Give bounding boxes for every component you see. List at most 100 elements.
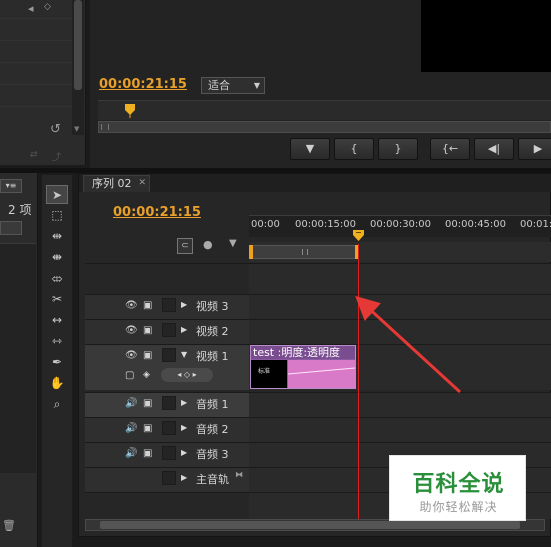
reset-icon[interactable]: ↺: [50, 122, 61, 137]
prev-arrow-icon[interactable]: ◂: [28, 2, 34, 15]
step-back-button[interactable]: ◀|: [474, 138, 514, 160]
speaker-icon[interactable]: 🔊: [125, 448, 137, 459]
snap-toggle-icon[interactable]: ⊂: [177, 238, 193, 254]
lock-toggle[interactable]: [162, 396, 176, 410]
program-zoom-bar[interactable]: [98, 121, 551, 133]
filmstrip-icon[interactable]: ▣: [143, 448, 152, 459]
fit-dropdown[interactable]: 适合 ▼: [201, 77, 265, 94]
scrollbar-thumb[interactable]: [100, 521, 520, 529]
lock-toggle[interactable]: [162, 298, 176, 312]
work-area-grip[interactable]: [302, 249, 308, 255]
collapse-arrow-icon[interactable]: ▼: [181, 350, 187, 359]
keyframe-diamond-icon[interactable]: ◇: [44, 2, 51, 12]
ruler-tick: 00:00: [251, 219, 280, 230]
panel-menu-button[interactable]: ▾≡: [0, 179, 22, 193]
razor-tool-icon[interactable]: ✂: [46, 290, 68, 309]
track-body[interactable]: [249, 264, 551, 294]
playhead-icon[interactable]: [124, 104, 136, 118]
fit-dropdown-value: 适合: [208, 79, 230, 92]
filmstrip-icon[interactable]: ▣: [143, 423, 152, 434]
keyframe-toggle-icon[interactable]: ◈: [143, 370, 150, 380]
opacity-rubberband[interactable]: [287, 360, 356, 388]
watermark-subtitle: 助你轻松解决: [419, 500, 498, 514]
project-item-list[interactable]: [0, 243, 36, 473]
timeline-timecode[interactable]: 00:00:21:15: [113, 205, 201, 220]
trash-icon[interactable]: 🗑: [2, 519, 16, 532]
track-audio-1: 🔊 ▣ ▶ 音频 1: [85, 392, 551, 417]
add-marker-icon[interactable]: ▼: [229, 238, 237, 249]
expand-arrow-icon[interactable]: ▶: [181, 448, 187, 457]
selection-tool-icon[interactable]: ➤: [46, 185, 68, 204]
pen-tool-icon[interactable]: ✒: [46, 353, 68, 372]
thumbnail-text: 标准: [258, 368, 271, 375]
track-body[interactable]: [249, 418, 551, 442]
track-select-tool-icon[interactable]: ⬚: [46, 206, 68, 225]
lock-toggle[interactable]: [162, 471, 176, 485]
ripple-edit-tool-icon[interactable]: ⇹: [46, 227, 68, 246]
playhead-icon[interactable]: [352, 230, 365, 242]
rate-stretch-tool-icon[interactable]: ⤄: [46, 269, 68, 288]
speaker-icon[interactable]: 🔊: [125, 398, 137, 409]
ruler-tick: 00:01:: [520, 219, 551, 230]
track-header: 👁 ▣ ▼ 视频 1 ▢ ◈ ◂ ◇ ▸: [85, 345, 249, 390]
play-button[interactable]: ▶: [518, 138, 551, 160]
scroll-down-icon[interactable]: ▼: [74, 125, 79, 133]
lock-toggle[interactable]: [162, 323, 176, 337]
master-meter-icon: ⧓: [235, 470, 243, 479]
mark-in-button[interactable]: ▼: [290, 138, 330, 160]
project-filter-field[interactable]: [0, 221, 22, 235]
close-icon[interactable]: ✕: [138, 176, 146, 191]
track-header: 👁 ▣ ▶ 视频 3: [85, 295, 249, 319]
track-header: 🔊 ▣ ▶ 音频 3: [85, 443, 249, 467]
item-count: 2 项: [8, 203, 32, 217]
zoom-handle[interactable]: [101, 124, 109, 130]
go-to-in-button[interactable]: {←: [430, 138, 470, 160]
slip-tool-icon[interactable]: ↔: [46, 311, 68, 330]
tab-sequence-02[interactable]: 序列 02 ✕: [83, 175, 150, 192]
panel-scrollbar[interactable]: ▼: [72, 0, 84, 135]
time-ruler[interactable]: 00:00 00:00:15:00 00:00:30:00 00:00:45:0…: [249, 215, 551, 237]
loop-icon[interactable]: ⇄: [30, 150, 38, 160]
track-header: ▶ 主音轨 ⧓: [85, 468, 249, 492]
lock-toggle[interactable]: [162, 348, 176, 362]
work-area-bar-track: [249, 242, 551, 262]
display-style-icon[interactable]: ▢: [125, 370, 134, 381]
scrollbar-thumb[interactable]: [74, 0, 82, 90]
track-header: 👁 ▣ ▶ 视频 2: [85, 320, 249, 344]
track-label: 视频 1: [196, 350, 229, 363]
eye-icon[interactable]: 👁: [125, 350, 138, 361]
expand-arrow-icon[interactable]: ▶: [181, 300, 187, 309]
zoom-tool-icon[interactable]: ⌕: [46, 395, 68, 414]
expand-arrow-icon[interactable]: ▶: [181, 473, 187, 482]
expand-arrow-icon[interactable]: ▶: [181, 398, 187, 407]
opacity-line[interactable]: [287, 360, 356, 388]
program-timecode[interactable]: 00:00:21:15: [99, 77, 187, 92]
work-area-bar[interactable]: [249, 245, 359, 259]
lock-toggle[interactable]: [162, 446, 176, 460]
eye-icon[interactable]: 👁: [125, 300, 138, 311]
expand-arrow-icon[interactable]: ▶: [181, 325, 187, 334]
ruler-tick: 00:00:15:00: [295, 219, 357, 230]
video-clip[interactable]: test :明度:透明度 标准: [250, 345, 356, 389]
export-icon[interactable]: ⤴: [52, 150, 61, 163]
filmstrip-icon[interactable]: ▣: [143, 398, 152, 409]
filmstrip-icon[interactable]: ▣: [143, 350, 152, 361]
set-encore-marker-icon[interactable]: ●: [203, 238, 213, 251]
lock-toggle[interactable]: [162, 421, 176, 435]
work-area-start-handle[interactable]: [249, 245, 253, 259]
chevron-down-icon: ▼: [253, 81, 260, 90]
keyframe-navigator[interactable]: ◂ ◇ ▸: [161, 368, 213, 382]
program-ruler[interactable]: [98, 100, 551, 120]
filmstrip-icon[interactable]: ▣: [143, 300, 152, 311]
expand-arrow-icon[interactable]: ▶: [181, 423, 187, 432]
track-label: 音频 3: [196, 448, 229, 461]
mark-out-bracket-button[interactable]: }: [378, 138, 418, 160]
eye-icon[interactable]: 👁: [125, 325, 138, 336]
rolling-edit-tool-icon[interactable]: ⇼: [46, 248, 68, 267]
filmstrip-icon[interactable]: ▣: [143, 325, 152, 336]
speaker-icon[interactable]: 🔊: [125, 423, 137, 434]
mark-in-bracket-button[interactable]: {: [334, 138, 374, 160]
tools-panel: ➤ ⬚ ⇹ ⇼ ⤄ ✂ ↔ ⇿ ✒ ✋ ⌕: [42, 175, 72, 547]
hand-tool-icon[interactable]: ✋: [46, 374, 68, 393]
slide-tool-icon[interactable]: ⇿: [46, 332, 68, 351]
